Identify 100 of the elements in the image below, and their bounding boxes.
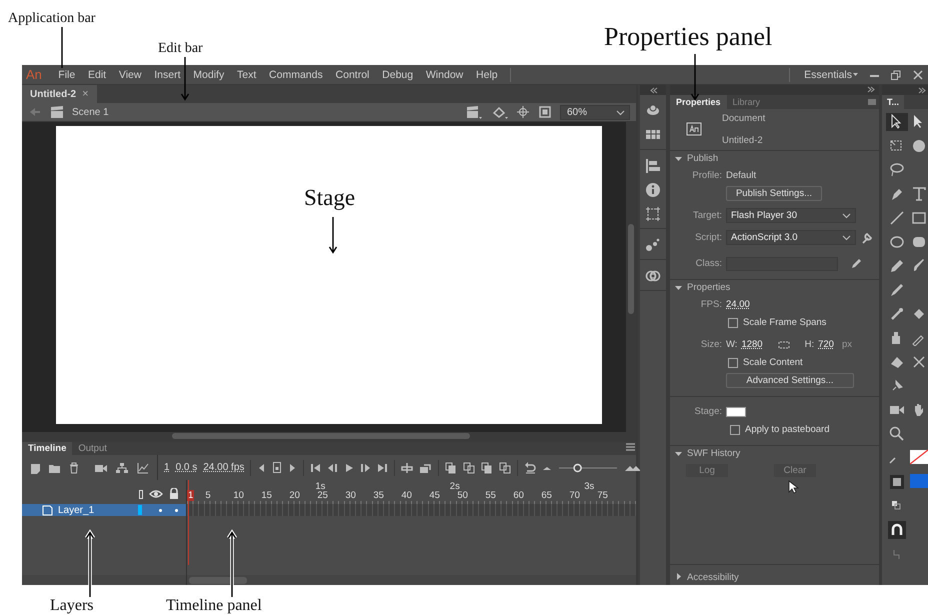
elapsed-time[interactable]: 0.0 s [176, 462, 198, 473]
menu-item[interactable]: Insert [148, 68, 187, 80]
first-frame-icon[interactable] [310, 462, 322, 474]
document-tab[interactable]: Untitled-2 × [22, 85, 97, 103]
script-dropdown[interactable]: ActionScript 3.0 [726, 230, 856, 246]
width-value[interactable]: 1280 [741, 339, 763, 350]
zoom-dropdown[interactable]: 60% [560, 104, 630, 120]
publish-settings-button[interactable]: Publish Settings... [726, 186, 822, 202]
zoom-tool-icon[interactable] [889, 426, 905, 442]
libraries-icon[interactable] [645, 268, 661, 284]
fill-color-swatch[interactable] [910, 473, 928, 491]
advanced-settings-button[interactable]: Advanced Settings... [726, 373, 854, 388]
edit-scene-icon[interactable] [466, 105, 483, 119]
menu-item[interactable]: Control [329, 68, 376, 80]
previous-keyframe-icon[interactable] [257, 462, 266, 474]
new-layer-icon[interactable] [30, 462, 41, 474]
insert-keyframe-icon[interactable] [272, 461, 282, 474]
bone-tool-icon[interactable] [889, 306, 905, 322]
panel-tab[interactable]: Library [726, 94, 766, 109]
expand-panels-icon[interactable] [918, 86, 926, 94]
line-tool-icon[interactable] [889, 210, 905, 226]
edit-multiple-frames-icon[interactable] [481, 462, 494, 474]
panel-menu-icon[interactable] [867, 96, 879, 107]
center-frame-icon[interactable] [401, 462, 414, 474]
section-header[interactable]: SWF History [670, 446, 879, 462]
trash-icon[interactable] [68, 462, 80, 474]
paint-brush-tool-icon[interactable] [911, 258, 927, 274]
panel-menu-icon[interactable] [625, 442, 636, 452]
menu-item[interactable]: Help [470, 68, 504, 80]
transform-icon[interactable] [645, 206, 661, 222]
menu-item[interactable]: Edit [82, 68, 112, 80]
fill-color-icon[interactable] [888, 473, 906, 491]
text-tool-icon[interactable] [911, 186, 927, 202]
expand-panels-icon[interactable] [867, 86, 875, 94]
align-icon[interactable] [645, 158, 661, 174]
panel-tab[interactable]: T... [882, 95, 904, 109]
fps-value[interactable]: 24.00 [726, 299, 750, 310]
crosshair-icon[interactable] [516, 105, 530, 119]
info-icon[interactable] [645, 182, 661, 198]
layer-row[interactable]: Layer_1 [22, 504, 186, 516]
section-header[interactable]: Properties [670, 280, 879, 296]
menu-item[interactable]: Debug [376, 68, 420, 80]
workspace-switcher[interactable]: Essentials [804, 68, 852, 80]
visibility-dot[interactable] [159, 508, 162, 512]
checkbox[interactable] [728, 358, 738, 368]
pencil-icon[interactable] [850, 257, 863, 270]
menu-item[interactable]: File [52, 68, 82, 80]
pen-tool-icon[interactable] [889, 186, 905, 202]
paint-bucket-icon[interactable] [491, 105, 508, 119]
close-icon[interactable] [912, 68, 924, 80]
collapse-panels-icon[interactable] [650, 86, 658, 94]
frame-rate[interactable]: 24.00 fps [203, 462, 244, 473]
panel-tab[interactable]: Output [72, 442, 113, 455]
timeline-scrollbar-thumb[interactable] [189, 577, 247, 584]
next-keyframe-icon[interactable] [288, 462, 298, 474]
graph-icon[interactable] [136, 462, 149, 474]
menu-item[interactable]: Modify [186, 68, 231, 80]
step-back-icon[interactable] [327, 462, 338, 474]
lock-icon[interactable] [168, 488, 180, 500]
pencil-tool-icon[interactable] [889, 258, 905, 274]
height-value[interactable]: 720 [818, 339, 834, 350]
hierarchy-icon[interactable] [115, 462, 129, 474]
link-icon[interactable] [776, 338, 791, 351]
menu-item[interactable]: Commands [262, 68, 330, 80]
onion-outline-icon[interactable] [463, 462, 476, 474]
clip-stage-icon[interactable] [538, 105, 552, 119]
loop-icon[interactable] [419, 462, 432, 474]
wrench-icon[interactable] [860, 231, 873, 244]
onion-skin-icon[interactable] [445, 462, 458, 474]
onion-markers-icon[interactable] [499, 462, 512, 474]
clapperboard-icon[interactable] [50, 105, 64, 119]
last-frame-icon[interactable] [377, 462, 388, 474]
horizontal-scrollbar[interactable] [22, 432, 636, 440]
rectangle-tool-icon[interactable] [911, 210, 927, 226]
step-forward-icon[interactable] [360, 462, 372, 474]
menu-item[interactable]: Window [420, 68, 470, 80]
oval-tool-icon[interactable] [889, 234, 905, 250]
eraser-tool-icon[interactable] [889, 354, 905, 370]
stage-color-swatch[interactable] [726, 406, 746, 417]
tab-close-button[interactable]: × [82, 88, 89, 100]
motion-dots-icon[interactable] [645, 237, 661, 253]
restore-icon[interactable] [890, 68, 902, 80]
layer-color-swatch[interactable] [138, 505, 142, 515]
checkbox[interactable] [730, 424, 740, 435]
section-header[interactable]: Accessibility [670, 569, 879, 586]
stroke-color-swatch[interactable] [910, 449, 928, 467]
panel-tab[interactable]: Properties [670, 94, 727, 109]
visibility-eye-icon[interactable] [149, 488, 163, 500]
brush-tool-icon[interactable] [889, 282, 905, 298]
menu-item[interactable]: Text [230, 68, 263, 80]
rounded-rectangle-tool-icon[interactable] [911, 234, 927, 250]
target-dropdown[interactable]: Flash Player 30 [726, 208, 856, 224]
caret-icon[interactable] [852, 71, 859, 78]
menu-item[interactable]: View [112, 68, 148, 80]
lock-dot[interactable] [175, 508, 178, 512]
undo-icon[interactable] [524, 461, 536, 474]
current-frame[interactable]: 1 [164, 462, 170, 473]
snap-magnet-icon[interactable] [888, 521, 906, 539]
section-header[interactable]: Publish [670, 150, 879, 167]
play-icon[interactable] [344, 462, 354, 474]
